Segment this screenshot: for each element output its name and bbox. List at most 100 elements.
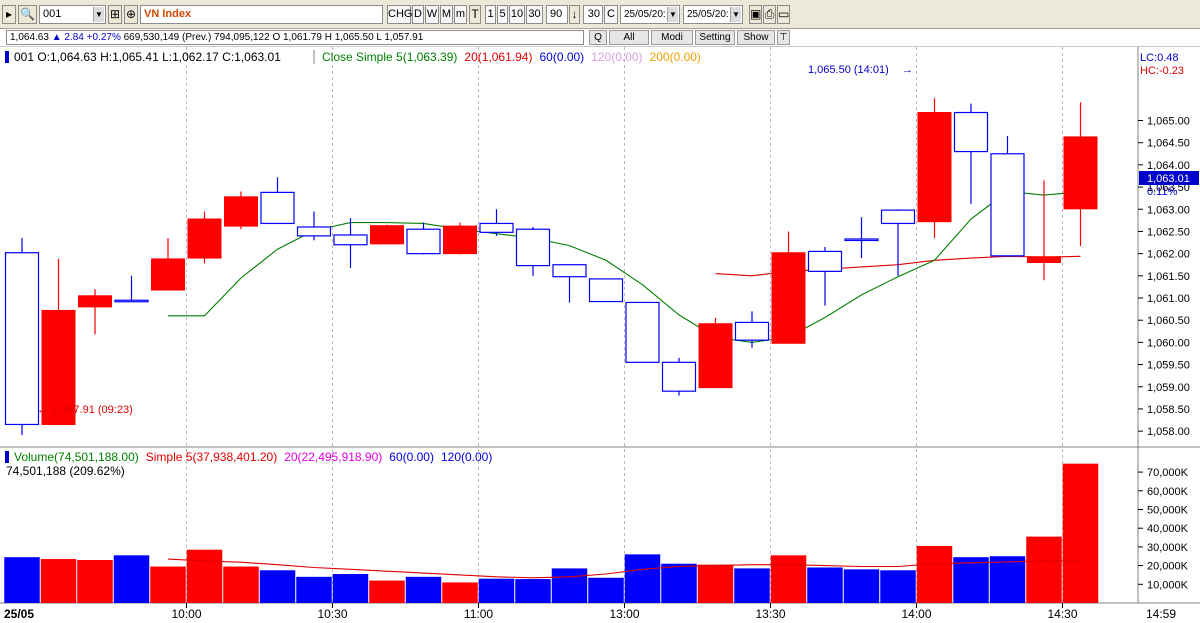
date-from-field[interactable]: 25/05/20: ▼ [620,5,680,24]
minute-button[interactable]: m [454,5,467,24]
quote-summary: 1,064.63 ▲ 2.84 +0.27% 669,530,149 (Prev… [6,30,584,45]
price-tick-label: 1,061.00 [1147,293,1190,305]
all-button[interactable]: All [609,30,649,45]
volume-bar [478,578,515,603]
volume-bar [77,559,113,603]
candle-body [187,218,222,259]
candle-body [370,225,404,245]
monthly-button[interactable]: M [440,5,453,24]
volume-bar [916,545,953,603]
volume-tick-label: 40,000K [1147,523,1189,535]
date-label: 25/05 [4,607,34,621]
time-tick-label: 14:30 [1047,607,1077,621]
volume-bar [186,549,223,603]
period-1-button[interactable]: 1 [485,5,496,24]
q-button[interactable]: Q [589,30,607,45]
volume-bar [369,580,405,603]
price-tick-label: 1,065.00 [1147,116,1190,128]
zoom-icon[interactable]: ⊕ [124,5,138,24]
search-icon[interactable]: 🔍 [18,5,37,24]
volume-bar [880,570,916,603]
volume-bar [332,574,369,603]
price-tick-label: 1,063.00 [1147,204,1190,216]
bars-count-field[interactable]: 90 [546,5,568,24]
volume-axis-ticks: 10,000K 20,000K 30,000K 40,000K 50,000K 60,00… [1138,467,1189,591]
chg-button[interactable]: CHG [387,5,412,24]
volume-bar [1062,463,1099,603]
candle-body [1027,256,1061,263]
candle-body [296,226,332,237]
date-from-value: 25/05/20: [624,9,666,20]
volume-bar [661,563,697,603]
right-arrow-icon: → [902,64,913,76]
pin-icon[interactable]: ⊤ [777,30,790,45]
period-10-button[interactable]: 10 [509,5,525,24]
bars-visible-field[interactable]: 30 [583,5,603,24]
daily-button[interactable]: D [412,5,424,24]
quote-last: 1,064.63 [10,32,49,43]
volume-tick-label: 60,000K [1147,486,1189,498]
volume-bar [843,569,880,603]
quote-row: 1,064.63 ▲ 2.84 +0.27% 669,530,149 (Prev… [0,29,1200,47]
volume-legend-item: 60(0.00) [389,450,434,464]
chevron-down-icon[interactable]: ▼ [93,7,104,22]
tick-icon[interactable]: T [469,5,481,24]
ma-legend-item: 20(1,061.94) [464,50,532,64]
modi-button[interactable]: Modi [651,30,693,45]
candle-body [479,222,514,233]
low-annotation: 1,057.91 (09:23) [52,404,133,416]
compare-icon[interactable]: ⊞ [108,5,122,24]
show-button[interactable]: Show [737,30,775,45]
price-tick-label: 1,059.50 [1147,360,1190,372]
ohlc-label: 001 O:1,064.63 H:1,065.41 L:1,062.17 C:1… [14,50,281,64]
quote-change: 2.84 +0.27% [64,32,121,43]
volume-bar [4,557,40,603]
period-30-button[interactable]: 30 [526,5,543,24]
price-tick-label: 1,058.50 [1147,404,1190,416]
save-icon[interactable]: ▣ [749,5,762,24]
price-tick-label: 1,064.00 [1147,160,1190,172]
period-5-button[interactable]: 5 [497,5,508,24]
date-to-value: 25/05/20: [687,9,729,20]
volume-bar [1026,536,1062,603]
period-unit-button[interactable]: C [604,5,618,24]
candle-body [990,153,1025,257]
volume-bar [113,555,150,603]
weekly-button[interactable]: W [425,5,439,24]
volume-bar [296,576,332,603]
ma-legend: Close Simple 5(1,063.39) 20(1,061.94) 60(0… [322,50,701,64]
window-icon[interactable]: ▭ [777,5,790,24]
candles [4,98,1098,436]
volume-bar [807,567,843,603]
volume-bar [551,568,588,603]
volume-bar [989,556,1026,603]
last-price-value: 1,063.01 [1147,173,1190,185]
ma-legend-item: 200(0.00) [650,50,701,64]
candle-body [661,361,697,392]
bars-count-value: 90 [550,8,563,20]
candle-body [1063,136,1098,210]
symbol-field[interactable]: 001 ▼ [39,5,106,24]
chevron-down-icon[interactable]: ▼ [730,7,741,22]
setting-button[interactable]: Setting [695,30,735,45]
ma-legend-item: 60(0.00) [539,50,584,64]
volume-tick-label: 10,000K [1147,579,1189,591]
chevron-down-icon[interactable]: ▼ [667,7,678,22]
time-tick-label: 10:30 [317,607,347,621]
expand-icon[interactable]: ▸ [2,5,16,24]
date-to-field[interactable]: 25/05/20: ▼ [683,5,743,24]
index-name-field[interactable]: VN Index [140,5,383,24]
volume-bar [405,576,442,603]
arrow-down-icon[interactable]: ↓ [569,5,580,24]
volume-tick-label: 50,000K [1147,504,1189,516]
last-volume-label: 74,501,188 (209.62%) [6,464,125,478]
volume-bar [223,566,259,603]
print-icon[interactable]: ⎙ [763,5,776,24]
volume-legend-item: Simple 5(37,938,401.20) [146,450,277,464]
volume-legend-item: 20(22,495,918.90) [284,450,382,464]
candle-body [406,228,441,255]
volume-bar [734,568,770,603]
chart-area[interactable]: 001 O:1,064.63 H:1,065.41 L:1,062.17 C:1… [0,47,1200,623]
price-tick-label: 1,061.50 [1147,271,1190,283]
bars-visible-value: 30 [587,8,600,20]
